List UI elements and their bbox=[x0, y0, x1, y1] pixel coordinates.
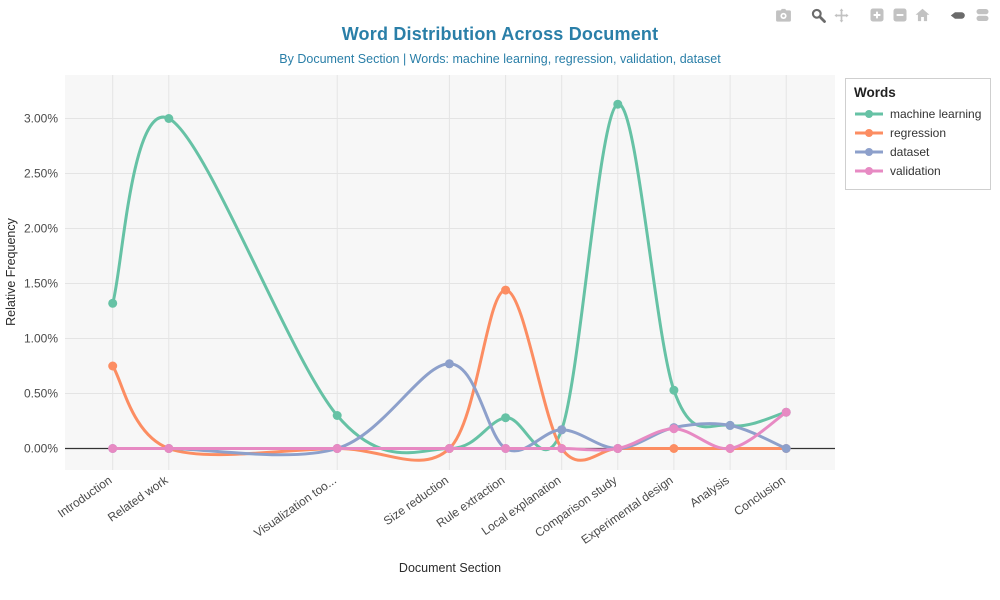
x-tick-label: Visualization too... bbox=[251, 473, 339, 540]
y-tick-label: 1.50% bbox=[24, 277, 58, 291]
data-point-machine-learning[interactable] bbox=[333, 411, 342, 420]
data-point-machine-learning[interactable] bbox=[164, 114, 173, 123]
data-point-validation[interactable] bbox=[557, 444, 566, 453]
legend-item-label: regression bbox=[890, 126, 946, 140]
data-point-regression[interactable] bbox=[108, 362, 117, 371]
legend-item-validation[interactable]: validation bbox=[854, 161, 982, 180]
data-point-dataset[interactable] bbox=[726, 421, 735, 430]
data-point-validation[interactable] bbox=[669, 424, 678, 433]
plot-area[interactable] bbox=[65, 75, 835, 470]
x-tick-label: Analysis bbox=[687, 473, 732, 510]
data-point-validation[interactable] bbox=[333, 444, 342, 453]
data-point-validation[interactable] bbox=[726, 444, 735, 453]
y-tick-label: 2.00% bbox=[24, 222, 58, 236]
x-tick-label: Conclusion bbox=[731, 473, 788, 519]
legend-item-label: validation bbox=[890, 164, 941, 178]
x-tick-label: Related work bbox=[105, 472, 171, 524]
legend-item-label: machine learning bbox=[890, 107, 981, 121]
data-point-validation[interactable] bbox=[445, 444, 454, 453]
legend-sample-validation bbox=[854, 165, 884, 177]
legend-item-machine-learning[interactable]: machine learning bbox=[854, 104, 982, 123]
legend-sample-machine-learning bbox=[854, 108, 884, 120]
y-tick-label: 2.50% bbox=[24, 167, 58, 181]
y-tick-label: 3.00% bbox=[24, 112, 58, 126]
legend-title: Words bbox=[854, 85, 982, 100]
y-tick-label: 1.00% bbox=[24, 332, 58, 346]
data-point-dataset[interactable] bbox=[557, 425, 566, 434]
data-point-dataset[interactable] bbox=[445, 359, 454, 368]
x-tick-label: Experimental design bbox=[579, 473, 676, 547]
x-axis-title: Document Section bbox=[399, 561, 501, 575]
x-axis-ticks: IntroductionRelated workVisualization to… bbox=[55, 472, 788, 546]
data-point-validation[interactable] bbox=[164, 444, 173, 453]
data-point-regression[interactable] bbox=[501, 286, 510, 295]
y-tick-label: 0.00% bbox=[24, 442, 58, 456]
legend: Words machine learning regression datase… bbox=[845, 78, 991, 190]
legend-item-dataset[interactable]: dataset bbox=[854, 142, 982, 161]
data-point-validation[interactable] bbox=[501, 444, 510, 453]
data-point-machine-learning[interactable] bbox=[108, 299, 117, 308]
y-axis-ticks: 0.00% 0.50% 1.00% 1.50% 2.00% 2.50% 3.00% bbox=[24, 112, 58, 456]
data-point-regression[interactable] bbox=[669, 444, 678, 453]
legend-item-label: dataset bbox=[890, 145, 929, 159]
plotly-figure: Word Distribution Across Document By Doc… bbox=[0, 0, 1000, 600]
data-point-validation[interactable] bbox=[108, 444, 117, 453]
data-point-machine-learning[interactable] bbox=[501, 413, 510, 422]
legend-sample-dataset bbox=[854, 146, 884, 158]
data-point-machine-learning[interactable] bbox=[669, 386, 678, 395]
y-axis-title: Relative Frequency bbox=[4, 217, 18, 325]
data-point-machine-learning[interactable] bbox=[613, 100, 622, 109]
data-point-dataset[interactable] bbox=[782, 444, 791, 453]
y-tick-label: 0.50% bbox=[24, 387, 58, 401]
legend-entries: machine learning regression dataset vali… bbox=[854, 104, 982, 180]
legend-sample-regression bbox=[854, 127, 884, 139]
data-point-validation[interactable] bbox=[613, 444, 622, 453]
legend-item-regression[interactable]: regression bbox=[854, 123, 982, 142]
data-point-validation[interactable] bbox=[782, 408, 791, 417]
